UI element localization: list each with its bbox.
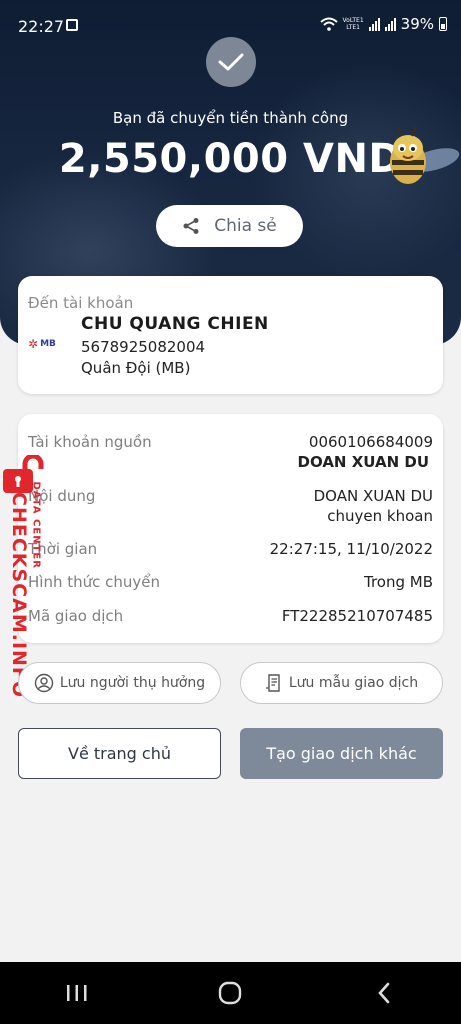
new-transaction-button[interactable]: Tạo giao dịch khác <box>240 728 443 779</box>
share-button[interactable]: Chia sẻ <box>156 205 303 247</box>
recipient-bank-name: Quân Đội (MB) <box>81 359 191 377</box>
save-recipient-label: Lưu người thụ hưởng <box>59 675 206 691</box>
back-icon[interactable] <box>364 973 404 1013</box>
document-icon <box>265 674 280 692</box>
bank-logo-text: MB <box>40 339 56 349</box>
wifi-icon <box>319 17 338 31</box>
watermark: CHECKSCAM.INFO DATA CENTER <box>6 482 42 699</box>
transaction-id-value: FT22285210707485 <box>281 607 433 625</box>
signal-icon <box>368 17 380 31</box>
content-line-2: chuyen khoan <box>327 507 433 525</box>
method-label: Hình thức chuyển <box>28 573 161 591</box>
save-template-label: Lưu mẫu giao dịch <box>288 675 419 691</box>
battery-percent: 39% <box>400 15 434 33</box>
network-sub-label: LTE1 <box>346 24 360 31</box>
transaction-details-card: Tài khoản nguồn 0060106684009 DOAN XUAN … <box>18 414 443 643</box>
transaction-id-label: Mã giao dịch <box>28 607 124 625</box>
save-recipient-button[interactable]: Lưu người thụ hưởng <box>18 662 221 704</box>
network-label: VoLTE1 <box>342 17 364 24</box>
notification-icon <box>66 19 78 31</box>
source-account-name: DOAN XUAN DU <box>297 453 429 471</box>
signal-icon <box>384 17 396 31</box>
destination-account-card: Đến tài khoản ✲ MB CHU QUANG CHIEN 56789… <box>18 276 443 394</box>
content-line-1: DOAN XUAN DU <box>313 487 433 505</box>
home-button[interactable]: Về trang chủ <box>18 728 221 779</box>
success-check-icon <box>206 37 256 87</box>
mb-bank-logo-icon: ✲ MB <box>28 336 62 352</box>
status-time: 22:27 <box>18 17 65 36</box>
source-account-number: 0060106684009 <box>308 433 433 451</box>
battery-icon <box>439 17 447 31</box>
share-label: Chia sẻ <box>214 216 277 236</box>
recipient-name: CHU QUANG CHIEN <box>81 314 269 334</box>
recent-apps-icon[interactable] <box>57 973 97 1013</box>
volte-icon: VoLTE1 LTE1 <box>343 17 364 31</box>
status-icons: VoLTE1 LTE1 39% <box>319 15 447 33</box>
recipient-account-number: 5678925082004 <box>81 338 206 356</box>
time-value: 22:27:15, 11/10/2022 <box>269 540 433 558</box>
system-navigation-bar <box>0 962 461 1024</box>
source-account-label: Tài khoản nguồn <box>28 433 152 451</box>
user-icon <box>34 673 54 693</box>
home-icon[interactable] <box>210 973 250 1013</box>
destination-label: Đến tài khoản <box>28 294 134 312</box>
bee-mascot-icon <box>390 126 460 184</box>
watermark-main-text: CHECKSCAM.INFO <box>8 492 30 699</box>
save-template-button[interactable]: Lưu mẫu giao dịch <box>240 662 443 704</box>
method-value: Trong MB <box>363 573 433 591</box>
bank-logo-star: ✲ <box>28 337 39 351</box>
watermark-sub-text: DATA CENTER <box>30 481 42 569</box>
share-icon <box>183 218 199 234</box>
